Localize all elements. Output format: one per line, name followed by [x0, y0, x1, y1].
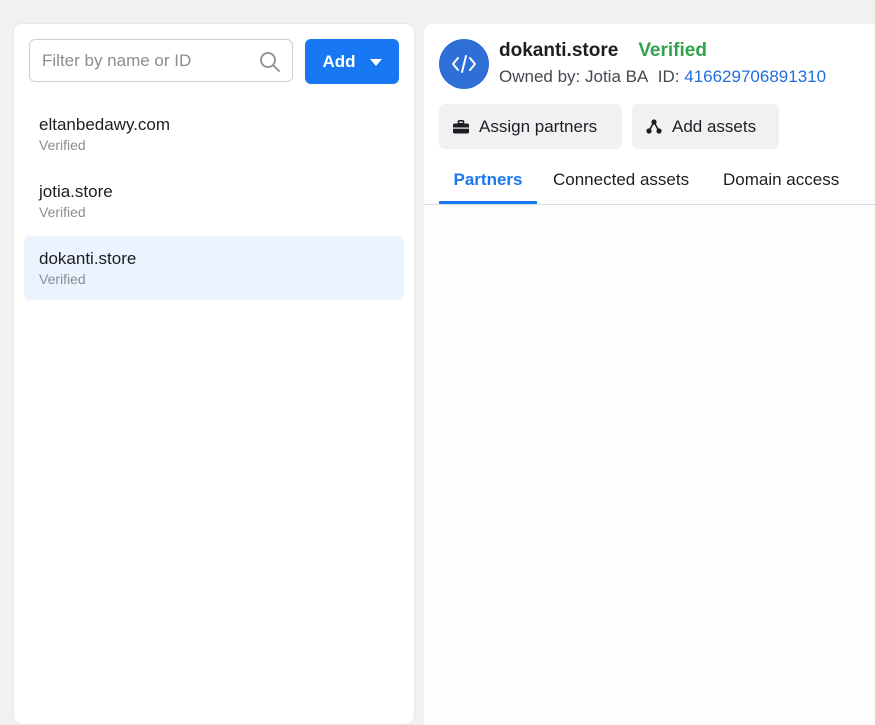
briefcase-icon [453, 119, 469, 133]
nodes-icon [646, 119, 662, 134]
domain-status: Verified [39, 137, 86, 153]
domain-name: dokanti.store [39, 249, 137, 268]
search-box[interactable] [29, 39, 293, 82]
tab-partners[interactable]: Partners [439, 170, 537, 204]
domain-name: eltanbedawy.com [39, 115, 171, 134]
tab-content [424, 205, 875, 725]
tab-domain-access[interactable]: Domain access [723, 170, 839, 204]
search-input[interactable] [42, 40, 257, 81]
assign-partners-label: Assign partners [479, 116, 598, 136]
page-title: dokanti.store [499, 40, 619, 61]
tab-bar: Partners Connected assets Domain access [424, 166, 875, 205]
domains-list-panel: Add eltanbedawy.com Verified jotia.store… [14, 24, 414, 724]
owner-name: Jotia BA [585, 67, 649, 86]
search-icon[interactable] [259, 51, 281, 73]
assign-partners-button[interactable]: Assign partners [439, 104, 622, 149]
add-assets-label: Add assets [672, 116, 757, 136]
owned-by-label: Owned by: [499, 67, 581, 86]
add-button-label: Add [322, 51, 356, 71]
list-item[interactable]: jotia.store Verified [24, 169, 404, 233]
add-assets-button[interactable]: Add assets [632, 104, 779, 149]
domain-list: eltanbedawy.com Verified jotia.store Ver… [24, 102, 404, 303]
id-label: ID: [657, 67, 680, 86]
domain-detail-panel: dokanti.store Verified Owned by: Jotia B… [424, 24, 875, 725]
caret-down-icon [369, 59, 382, 66]
list-item-selected[interactable]: dokanti.store Verified [24, 236, 404, 300]
title-row: dokanti.store Verified [499, 40, 707, 62]
id-value[interactable]: 416629706891310 [684, 67, 826, 86]
owner-info: Owned by: Jotia BA ID: 416629706891310 [499, 67, 826, 87]
domain-status: Verified [39, 204, 86, 220]
code-icon [439, 39, 489, 89]
status-badge: Verified [638, 40, 707, 61]
add-button[interactable]: Add [305, 39, 399, 84]
domain-name: jotia.store [39, 182, 113, 201]
domain-status: Verified [39, 271, 86, 287]
tab-connected-assets[interactable]: Connected assets [553, 170, 689, 204]
list-item[interactable]: eltanbedawy.com Verified [24, 102, 404, 166]
